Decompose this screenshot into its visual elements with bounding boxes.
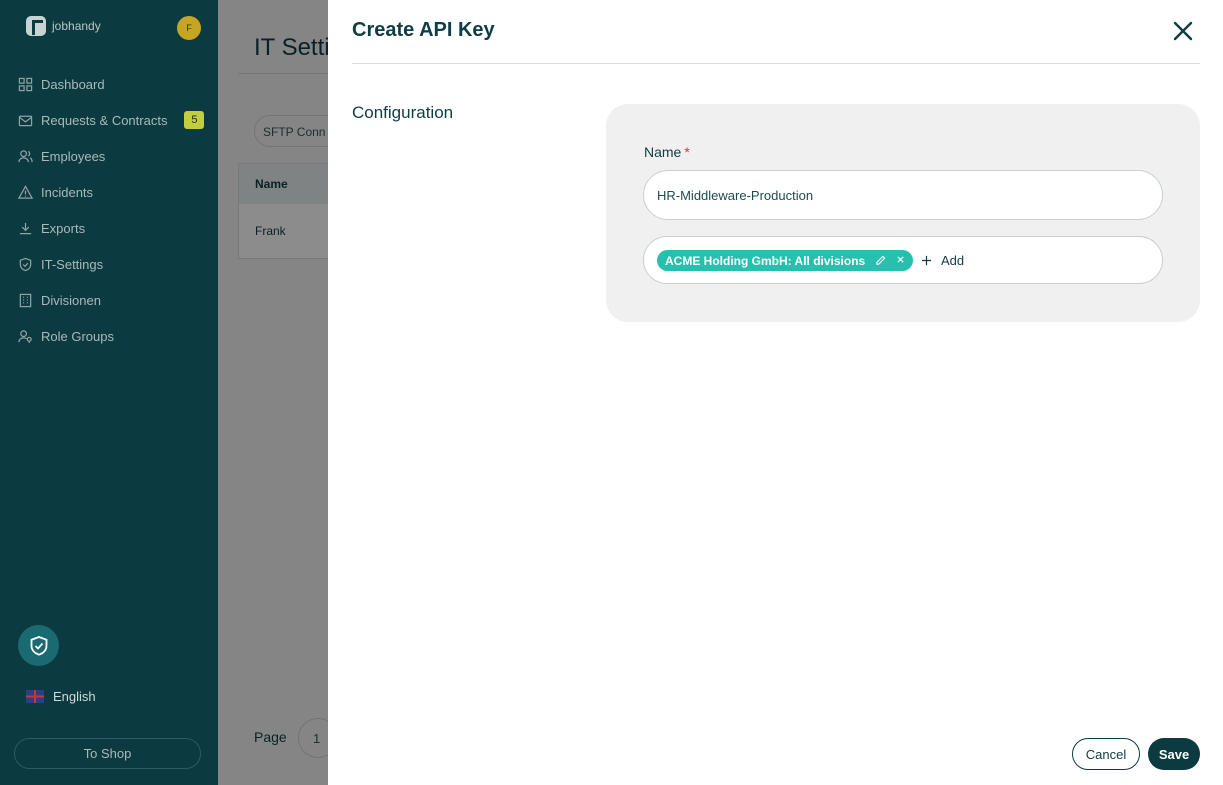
sidebar-item-label: Incidents (41, 184, 94, 200)
cancel-button[interactable]: Cancel (1072, 738, 1140, 770)
pencil-icon[interactable] (875, 255, 886, 266)
create-api-key-modal: Create API Key Configuration Name* ACME … (328, 0, 1223, 785)
name-input[interactable] (643, 170, 1163, 220)
add-label: Add (941, 253, 965, 268)
building-icon (18, 293, 33, 308)
warning-icon (17, 184, 34, 200)
sidebar-nav: Dashboard Requests & Contracts 5 Employe… (17, 66, 205, 354)
to-shop-button[interactable]: To Shop (14, 738, 201, 769)
remove-icon[interactable] (896, 255, 907, 266)
count-badge: 5 (184, 111, 205, 129)
division-tags-field[interactable]: ACME Holding GmbH: All divisions Add (643, 236, 1163, 284)
save-button[interactable]: Save (1148, 738, 1200, 770)
sidebar-item-role-groups[interactable]: Role Groups (18, 318, 204, 354)
division-chip[interactable]: ACME Holding GmbH: All divisions (657, 250, 914, 271)
avatar[interactable]: F (177, 16, 201, 40)
uk-flag-icon (26, 690, 44, 703)
sidebar-item-label: Exports (41, 220, 86, 236)
close-icon (1173, 21, 1193, 41)
download-icon (18, 221, 33, 236)
sidebar-item-incidents[interactable]: Incidents (17, 174, 204, 210)
logo-text: jobhandy (52, 19, 101, 33)
language-selector[interactable]: English (26, 689, 96, 704)
sidebar-item-label: Requests & Contracts (41, 112, 168, 128)
language-label: English (53, 689, 96, 704)
user-key-icon (18, 329, 33, 344)
modal-backdrop[interactable] (218, 0, 328, 785)
security-shield-button[interactable] (18, 625, 59, 666)
sidebar-item-label: IT-Settings (41, 256, 104, 272)
section-label: Configuration (352, 103, 454, 122)
sidebar-item-label: Dashboard (41, 76, 105, 92)
required-mark: * (684, 144, 690, 160)
sidebar-item-it-settings[interactable]: IT-Settings (18, 246, 204, 282)
mail-icon (18, 113, 33, 128)
sidebar-item-requests[interactable]: Requests & Contracts 5 (18, 102, 205, 138)
logo[interactable]: jobhandy (26, 16, 101, 36)
sidebar: jobhandy F Dashboard Requests & Contract… (0, 0, 218, 785)
close-button[interactable] (1171, 19, 1195, 43)
sidebar-item-dashboard[interactable]: Dashboard (18, 66, 204, 102)
sidebar-item-divisionen[interactable]: Divisionen (18, 282, 204, 318)
sidebar-item-label: Role Groups (41, 328, 114, 344)
sidebar-item-employees[interactable]: Employees (18, 138, 204, 174)
sidebar-item-label: Employees (41, 148, 106, 164)
shield-icon (18, 257, 33, 272)
grid-icon (18, 77, 33, 92)
add-division-button[interactable]: Add (921, 250, 964, 271)
configuration-card: Name* ACME Holding GmbH: All divisions A… (606, 104, 1200, 322)
plus-icon (921, 255, 932, 266)
shield-check-icon (30, 635, 47, 656)
modal-title: Create API Key (352, 19, 495, 41)
logo-icon (26, 16, 46, 36)
name-field-label: Name * (644, 144, 690, 160)
sidebar-item-exports[interactable]: Exports (18, 210, 204, 246)
chip-label: ACME Holding GmbH: All divisions (665, 253, 866, 268)
modal-divider (352, 63, 1200, 64)
users-icon (18, 149, 33, 164)
sidebar-item-label: Divisionen (41, 292, 101, 308)
